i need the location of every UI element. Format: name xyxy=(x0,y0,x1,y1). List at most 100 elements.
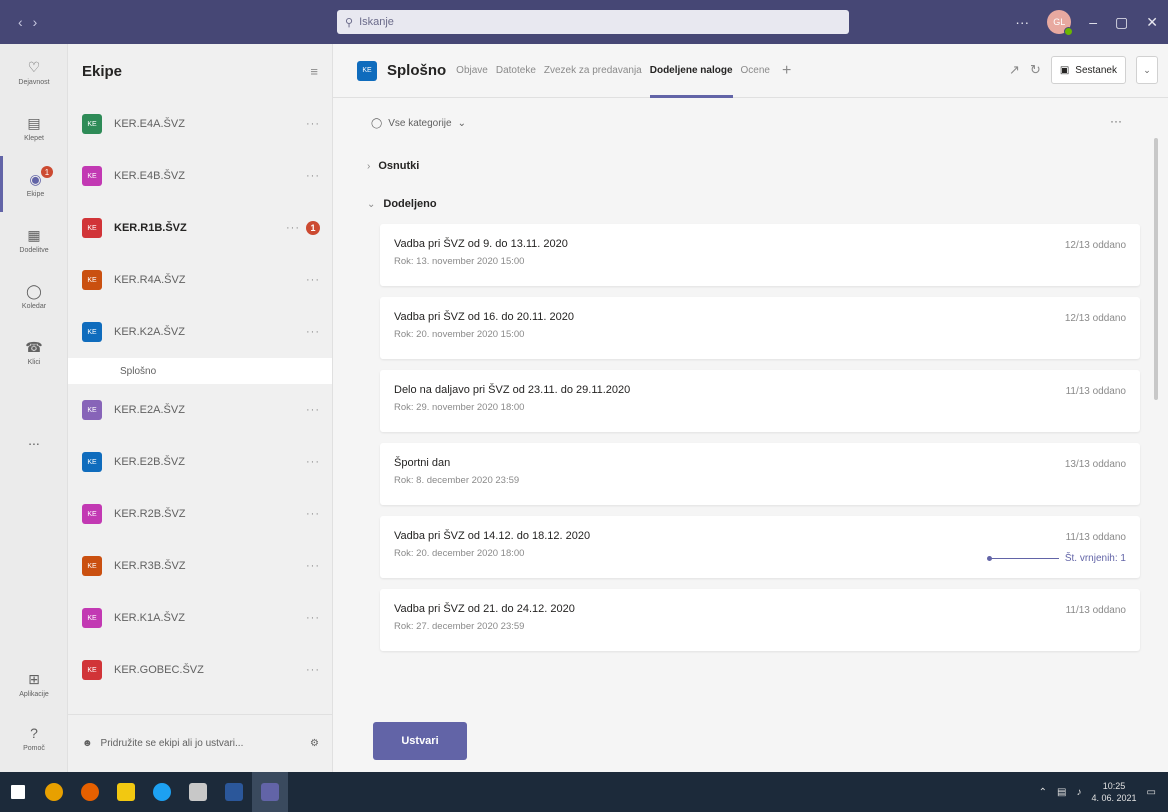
teams-header: Ekipe ≡ xyxy=(68,44,332,98)
bell-icon: ♡ xyxy=(27,58,41,75)
category-filter[interactable]: ◯ Vse kategorije ⌄ xyxy=(371,118,466,129)
usb-icon[interactable] xyxy=(180,772,216,812)
refresh-icon[interactable]: ↻ xyxy=(1030,62,1041,78)
more-options-icon[interactable]: ··· xyxy=(306,404,320,416)
rail-item-teams[interactable]: ◉ Ekipe 1 xyxy=(0,156,68,212)
assignment-title: Vadba pri ŠVZ od 14.12. do 18.12. 2020 xyxy=(394,530,591,542)
chat-icon: ▤ xyxy=(27,114,41,131)
assignment-card[interactable]: Vadba pri ŠVZ od 16. do 20.11. 2020 Rok: … xyxy=(380,297,1140,359)
notifications-icon[interactable]: ▭ xyxy=(1147,787,1156,798)
submission-status: 11/13 oddano xyxy=(1065,532,1126,543)
tab-grades[interactable]: Ocene xyxy=(741,44,770,98)
assignment-card[interactable]: Vadba pri ŠVZ od 21. do 24.12. 2020 Rok: … xyxy=(380,589,1140,651)
rail-label: Dejavnost xyxy=(18,79,50,86)
teams-panel: Ekipe ≡ KE KER.E4A.ŠVZ ··· KE KER.E4B.ŠVZ ···… xyxy=(68,44,333,772)
create-button[interactable]: Ustvari xyxy=(373,722,467,760)
minimize-icon[interactable]: – xyxy=(1089,14,1097,30)
windows-start-icon[interactable] xyxy=(0,772,36,812)
team-row[interactable]: KE KER.E4A.ŠVZ ··· xyxy=(68,98,332,150)
more-options-icon[interactable]: ··· xyxy=(306,118,320,130)
search-icon: ⚲ xyxy=(345,16,354,29)
more-options-icon[interactable]: ··· xyxy=(306,456,320,468)
more-options-icon[interactable]: ··· xyxy=(306,612,320,624)
team-row[interactable]: KE KER.E2A.ŠVZ ··· xyxy=(68,384,332,436)
assignment-due: Rok: 8. december 2020 23:59 xyxy=(394,475,520,486)
assignment-card[interactable]: Športni dan Rok: 8. december 2020 23:59 13… xyxy=(380,443,1140,505)
more-options-icon[interactable]: ··· xyxy=(306,560,320,572)
rail-item-activity[interactable]: ♡ Dejavnost xyxy=(0,44,68,100)
clock[interactable]: 10:25 4. 06. 2021 xyxy=(1092,780,1137,804)
join-create-team[interactable]: ☻ Pridružite se ekipi ali jo ustvari... … xyxy=(68,714,333,772)
section-drafts[interactable]: › Osnutki xyxy=(367,160,419,172)
expand-icon[interactable]: ↗ xyxy=(1009,62,1020,78)
rail-item-chat[interactable]: ▤ Klepet xyxy=(0,100,68,156)
rail-item-calendar[interactable]: ◯ Koledar xyxy=(0,268,68,324)
team-row[interactable]: KE KER.K1A.ŠVZ ··· xyxy=(68,592,332,644)
taskbar: ⌃ ▤ ♪ 10:25 4. 06. 2021 ▭ xyxy=(0,772,1168,812)
channel-title: Splošno xyxy=(387,62,447,79)
maximize-icon[interactable]: ▢ xyxy=(1115,14,1128,31)
rail-label: Koledar xyxy=(21,303,47,310)
teams-title: Ekipe xyxy=(82,62,123,80)
team-row[interactable]: KE KER.GOBEC.ŠVZ ··· xyxy=(68,644,332,696)
settings-icon[interactable]: ⚙ xyxy=(310,738,319,749)
more-options-icon[interactable]: ··· xyxy=(1110,114,1122,128)
edge-icon[interactable] xyxy=(144,772,180,812)
chevron-up-icon[interactable]: ⌃ xyxy=(1039,787,1047,798)
section-assigned[interactable]: ⌄ Dodeljeno xyxy=(367,198,437,210)
more-options-icon[interactable]: ··· xyxy=(286,222,300,234)
chrome-icon[interactable] xyxy=(36,772,72,812)
rail-item-calls[interactable]: ☎ Klici xyxy=(0,324,68,380)
team-row[interactable]: KE KER.E2B.ŠVZ ··· xyxy=(68,436,332,488)
app-glyph xyxy=(117,783,135,801)
search-box[interactable]: ⚲ Iskanje xyxy=(337,10,849,34)
tab-posts[interactable]: Objave xyxy=(456,44,488,98)
teams-icon[interactable] xyxy=(252,772,288,812)
rail-item-more[interactable]: ... xyxy=(0,412,68,468)
more-options-icon[interactable]: ··· xyxy=(306,170,320,182)
phone-icon: ☎ xyxy=(25,338,43,355)
category-filter-label: Vse kategorije xyxy=(388,118,452,129)
team-row[interactable]: KE KER.R4A.ŠVZ ··· xyxy=(68,254,332,306)
team-row[interactable]: KE KER.R2B.ŠVZ ··· xyxy=(68,488,332,540)
assignments-content: ◯ Vse kategorije ⌄ ··· › Osnutki ⌄ Dodel… xyxy=(333,98,1168,772)
tab-assignments[interactable]: Dodeljene naloge xyxy=(649,44,733,98)
assignment-card[interactable]: Vadba pri ŠVZ od 9. do 13.11. 2020 Rok: 1… xyxy=(380,224,1140,286)
add-tab-icon[interactable]: + xyxy=(782,62,791,80)
more-options-icon[interactable]: ··· xyxy=(306,664,320,676)
meet-dropdown[interactable]: ⌄ xyxy=(1136,56,1158,84)
more-options-icon[interactable]: ··· xyxy=(306,326,320,338)
returned-count: Št. vrnjenih: 1 xyxy=(986,553,1126,564)
explorer-icon[interactable] xyxy=(108,772,144,812)
more-options-icon[interactable]: ··· xyxy=(1015,14,1029,30)
assignment-card[interactable]: Vadba pri ŠVZ od 14.12. do 18.12. 2020 Ro… xyxy=(380,516,1140,578)
rail-item-apps[interactable]: ⊞ Aplikacije xyxy=(0,656,68,712)
word-icon[interactable] xyxy=(216,772,252,812)
more-options-icon[interactable]: ··· xyxy=(306,508,320,520)
volume-icon[interactable]: ♪ xyxy=(1077,787,1082,798)
avatar[interactable]: GL xyxy=(1047,10,1074,36)
back-arrow-icon[interactable]: ‹ xyxy=(18,14,23,30)
team-row[interactable]: KE KER.E4B.ŠVZ ··· xyxy=(68,150,332,202)
firefox-icon[interactable] xyxy=(72,772,108,812)
filter-icon[interactable]: ≡ xyxy=(310,64,318,79)
meet-button[interactable]: ▣ Sestanek xyxy=(1050,56,1126,84)
assignment-card[interactable]: Delo na daljavo pri ŠVZ od 23.11. do 29.… xyxy=(380,370,1140,432)
channel-item-general[interactable]: Splošno xyxy=(68,358,332,384)
team-row[interactable]: KE KER.R3B.ŠVZ ··· xyxy=(68,540,332,592)
more-options-icon[interactable]: ··· xyxy=(306,274,320,286)
tab-class-notebook[interactable]: Zvezek za predavanja xyxy=(544,44,642,98)
search-placeholder: Iskanje xyxy=(359,16,394,28)
team-tile: KE xyxy=(82,322,102,342)
tab-files[interactable]: Datoteke xyxy=(496,44,536,98)
close-icon[interactable]: ✕ xyxy=(1146,14,1158,31)
team-row[interactable]: KE KER.K2A.ŠVZ ··· xyxy=(68,306,332,358)
assignment-title: Športni dan xyxy=(394,457,451,469)
scrollbar[interactable] xyxy=(1154,138,1158,400)
rail-item-help[interactable]: ? Pomoč xyxy=(0,710,68,766)
team-row[interactable]: KE KER.R1B.ŠVZ ··· 1 xyxy=(68,202,332,254)
rail-item-assignments[interactable]: ▦ Dodelitve xyxy=(0,212,68,268)
network-icon[interactable]: ▤ xyxy=(1057,787,1066,798)
forward-arrow-icon[interactable]: › xyxy=(33,14,38,30)
team-tile: KE xyxy=(82,218,102,238)
